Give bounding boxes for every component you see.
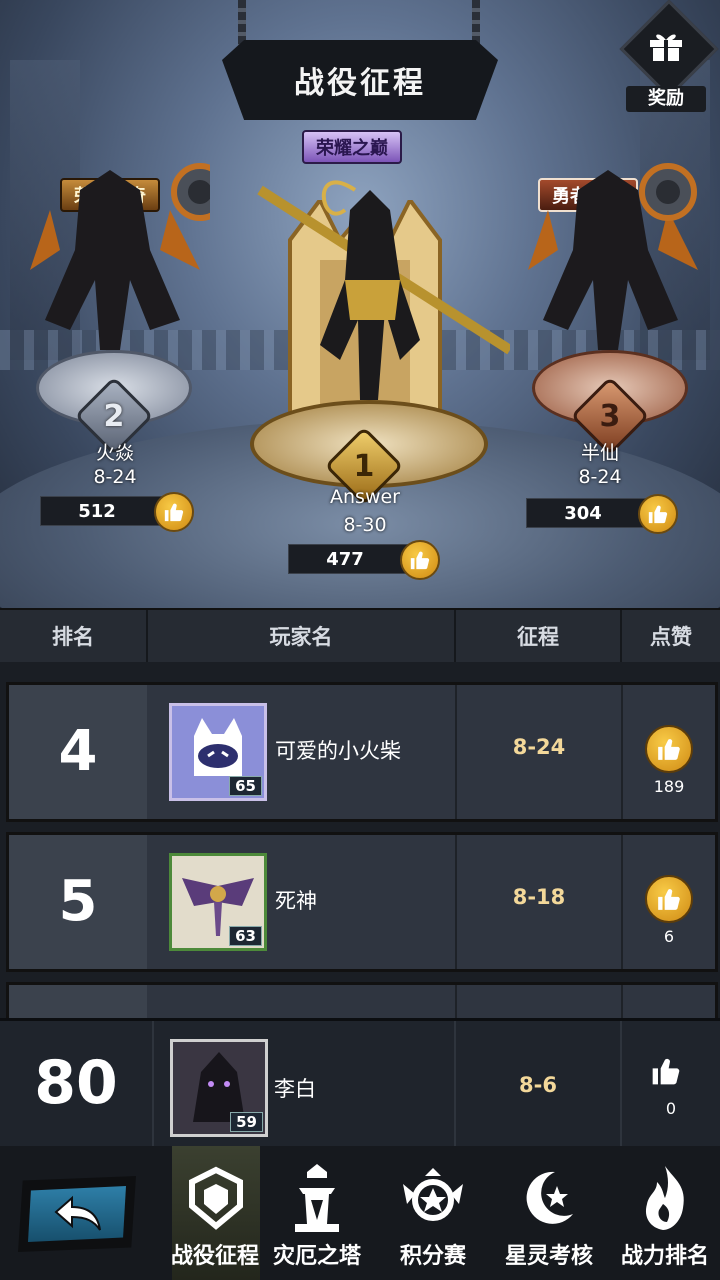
divider — [620, 1021, 622, 1149]
ranking-list[interactable]: 4 65 可爱的小火柴 8-24 189 5 63 死神 8-18 6 — [0, 662, 720, 1018]
player-name: 可爱的小火柴 — [275, 739, 401, 763]
level-badge: 63 — [229, 926, 262, 946]
back-button[interactable] — [18, 1176, 136, 1252]
table-row[interactable]: 4 65 可爱的小火柴 8-24 189 — [6, 682, 718, 822]
chain-decoration — [238, 0, 246, 46]
hero-figure — [528, 163, 698, 350]
flame-icon — [645, 1166, 684, 1230]
player-name: 火焱 — [95, 442, 134, 464]
like-count: 304 — [564, 502, 602, 524]
table-header: 排名 玩家名 征程 点赞 — [0, 608, 720, 664]
avatar[interactable]: 65 — [169, 703, 267, 801]
tab-power-ranking[interactable]: 战力排名 — [610, 1146, 720, 1280]
player-stage: 8-24 — [93, 466, 137, 488]
reward-button[interactable]: 奖励 — [619, 0, 719, 112]
tab-star-spirit[interactable]: 星灵考核 — [494, 1146, 604, 1280]
podium-scene: 战役征程 奖励 荣耀传奇 2 火焱 8-24 512 — [0, 0, 720, 608]
tab-tower[interactable]: 灾厄之塔 — [262, 1146, 372, 1280]
rank-number: 4 — [58, 719, 98, 784]
tab-campaign[interactable]: 战役征程 — [171, 1146, 260, 1280]
player-stage: 8-18 — [512, 885, 566, 909]
header-rank: 排名 — [52, 625, 94, 649]
thumbs-up-icon — [652, 1058, 680, 1085]
like-count: 0 — [665, 1099, 677, 1118]
player-name: 李白 — [274, 1077, 316, 1101]
divider — [152, 1021, 154, 1149]
tab-label: 战力排名 — [620, 1244, 709, 1269]
tab-label: 灾厄之塔 — [272, 1244, 361, 1269]
rank-number: 5 — [58, 869, 98, 934]
gift-icon — [650, 34, 682, 61]
bottom-nav: 战役征程 灾厄之塔 积分赛 星灵考核 战力排名 — [0, 1146, 720, 1280]
podium-second[interactable]: 荣耀传奇 2 火焱 8-24 512 — [20, 120, 210, 540]
like-count: 189 — [653, 777, 685, 796]
divider — [455, 985, 457, 1018]
like-button[interactable] — [645, 875, 693, 923]
hero-figure — [257, 180, 510, 400]
thumbs-up-icon — [164, 503, 184, 522]
tab-points-race[interactable]: 积分赛 — [378, 1146, 488, 1280]
podium-first[interactable]: 荣耀之巅 1 Answer 8-30 477 — [240, 120, 510, 580]
divider — [621, 985, 623, 1018]
podium-third[interactable]: 勇者守护 3 半仙 8-24 304 — [508, 120, 708, 540]
thumbs-up-icon — [658, 739, 680, 760]
player-stage: 8-6 — [519, 1073, 557, 1097]
like-count-box: 512 — [40, 496, 172, 526]
like-count: 512 — [78, 500, 116, 522]
rank-number: 80 — [34, 1048, 118, 1118]
rank-cell — [9, 985, 147, 1018]
tab-label: 积分赛 — [399, 1244, 466, 1269]
player-stage: 8-24 — [578, 466, 622, 488]
like-count: 6 — [663, 927, 675, 946]
like-button[interactable] — [638, 494, 678, 534]
thumbs-up-icon — [658, 889, 680, 910]
header-player: 玩家名 — [269, 625, 333, 649]
page-title: 战役征程 — [294, 66, 426, 101]
tab-label: 战役征程 — [170, 1244, 259, 1269]
back-arrow-icon — [54, 1195, 101, 1231]
like-button[interactable] — [154, 492, 194, 532]
my-rank-row: 80 59 李白 8-6 0 — [0, 1018, 720, 1152]
chain-decoration — [472, 0, 480, 46]
like-count: 477 — [326, 548, 364, 570]
header-likes: 点赞 — [650, 625, 692, 649]
player-name: 半仙 — [580, 442, 619, 464]
avatar[interactable]: 59 — [170, 1039, 268, 1137]
hero-figure — [30, 163, 210, 350]
like-button[interactable] — [400, 540, 440, 580]
tower-icon — [295, 1164, 339, 1232]
avatar[interactable]: 63 — [169, 853, 267, 951]
thumbs-up-icon — [648, 505, 668, 524]
level-badge: 59 — [230, 1112, 263, 1132]
title-tag-summit: 荣耀之巅 — [302, 130, 402, 164]
player-name: Answer — [330, 486, 400, 508]
like-button[interactable] — [645, 725, 693, 773]
title-banner: 战役征程 — [222, 40, 498, 120]
moon-star-icon — [526, 1171, 573, 1224]
table-row[interactable] — [6, 982, 718, 1018]
thumbs-up-icon — [410, 551, 430, 570]
table-row[interactable]: 5 63 死神 8-18 6 — [6, 832, 718, 972]
player-name: 死神 — [275, 889, 317, 913]
shield-icon — [189, 1166, 243, 1230]
divider — [621, 685, 623, 819]
tab-label: 星灵考核 — [504, 1244, 593, 1269]
winged-star-icon — [403, 1168, 463, 1221]
divider — [621, 835, 623, 969]
header-stage: 征程 — [517, 625, 559, 649]
player-stage: 8-30 — [343, 514, 387, 536]
reward-label: 奖励 — [626, 86, 706, 112]
player-stage: 8-24 — [512, 735, 566, 759]
level-badge: 65 — [229, 776, 262, 796]
